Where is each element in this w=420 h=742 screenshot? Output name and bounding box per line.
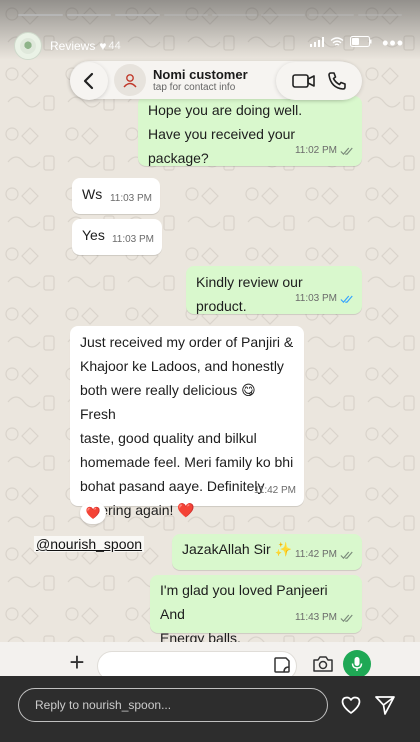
chevron-left-icon (83, 72, 94, 90)
reply-input[interactable] (35, 698, 327, 712)
message-reaction[interactable]: ❤️ (80, 502, 106, 524)
message-time: 11:03 PM (111, 234, 154, 245)
contact-avatar[interactable] (114, 64, 146, 96)
message-time: 11:03 PM (294, 293, 337, 304)
double-check-icon (340, 295, 353, 303)
story-progress-segment (115, 14, 160, 16)
status-bar-icons (310, 36, 372, 47)
message-time: 11:42 PM (294, 549, 337, 560)
heart-icon: ♥ (99, 39, 107, 53)
instagram-story: Nomi customer tap for contact info Hope … (0, 0, 420, 742)
message-bubble-outgoing[interactable]: JazakAllah Sir ✨ 11:42 PM (172, 534, 362, 570)
story-progress-segment (309, 14, 354, 16)
message-bubble-incoming[interactable]: Just received my order of Panjiri & Khaj… (70, 326, 304, 518)
story-title[interactable]: Reviews (50, 39, 95, 53)
story-progress-segment (212, 14, 257, 16)
user-icon (123, 74, 137, 88)
message-time: 11:43 PM (294, 612, 337, 623)
phone-icon[interactable] (327, 71, 347, 91)
story-progress-segment (66, 14, 111, 16)
plus-icon[interactable]: + (64, 649, 90, 676)
story-avatar[interactable] (14, 32, 42, 60)
double-check-icon (340, 614, 353, 622)
story-progress-segment (18, 14, 63, 16)
message-bubble-incoming[interactable]: Ws 11:03 PM (72, 178, 160, 214)
message-bubble-outgoing[interactable]: Hope you are doing well. Have you receiv… (138, 96, 362, 166)
sticker-icon[interactable] (272, 655, 292, 675)
contact-name[interactable]: Nomi customer (153, 67, 248, 82)
microphone-button[interactable] (343, 650, 371, 678)
microphone-icon (351, 657, 363, 671)
message-bubble-outgoing[interactable]: Kindly review our product. 11:03 PM (186, 266, 362, 314)
send-icon[interactable] (374, 694, 396, 716)
battery-icon (350, 36, 372, 47)
camera-icon[interactable] (312, 654, 334, 674)
double-check-icon (340, 551, 353, 559)
message-bubble-incoming[interactable]: Yes 11:03 PM (72, 219, 162, 255)
story-progress-segment (357, 14, 402, 16)
call-actions (276, 62, 362, 100)
message-time: 11:03 PM (109, 193, 152, 204)
wifi-icon (330, 36, 344, 46)
message-time: 11:42 PM (253, 485, 296, 496)
story-mention-sticker[interactable]: @nourish_spoon (34, 536, 145, 552)
heart-icon[interactable] (340, 694, 362, 716)
video-call-icon[interactable] (291, 73, 316, 89)
story-progress-segment (260, 14, 305, 16)
story-time: 44 (108, 40, 121, 52)
story-reply-field[interactable] (18, 688, 328, 722)
story-progress-bar (18, 14, 402, 17)
signal-icon (310, 36, 324, 47)
message-time: 11:02 PM (294, 145, 337, 156)
back-button[interactable] (70, 62, 108, 100)
story-progress-segment (163, 14, 208, 16)
whatsapp-screenshot: Nomi customer tap for contact info Hope … (0, 0, 420, 742)
message-bubble-outgoing[interactable]: I'm glad you loved Panjeeri And Energy b… (150, 575, 362, 646)
double-check-icon (340, 147, 353, 155)
more-options-icon[interactable]: ••• (382, 33, 404, 54)
contact-info-hint: tap for contact info (153, 82, 236, 93)
